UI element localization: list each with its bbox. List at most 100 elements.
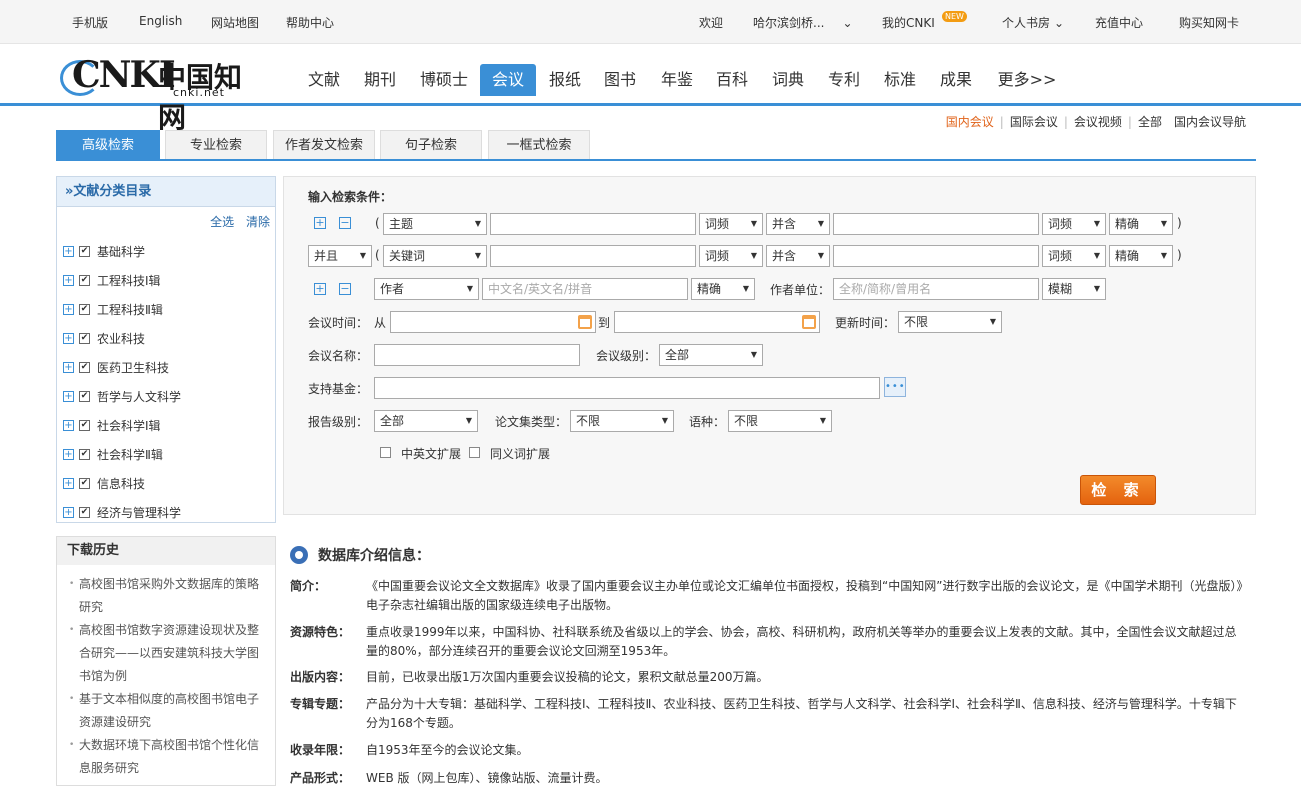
nav-item[interactable]: 会议 (480, 64, 536, 96)
nav-item[interactable]: 报纸 (539, 64, 591, 96)
update-time-select[interactable]: 不限 (898, 311, 1002, 333)
category-checkbox[interactable]: ✔ (79, 333, 90, 344)
subnav-item[interactable]: 国内会议 (946, 115, 994, 129)
date-from-input[interactable] (390, 311, 596, 333)
nav-item[interactable]: 更多>> (987, 64, 1067, 96)
recharge-link[interactable]: 充值中心 (1095, 14, 1143, 31)
cnki-logo[interactable]: CNKI 中国知网 cnki.net (58, 54, 263, 134)
expand-icon[interactable]: + (63, 478, 74, 489)
match-select-1[interactable]: 精确 (1109, 213, 1173, 235)
author-input[interactable]: 中文名/英文名/拼音 (482, 278, 688, 300)
category-item[interactable]: + ✔ 工程科技Ⅱ辑 (63, 295, 181, 324)
expand-icon[interactable]: + (63, 362, 74, 373)
category-checkbox[interactable]: ✔ (79, 391, 90, 402)
search-tab[interactable]: 一框式检索 (488, 130, 590, 159)
op-select-2[interactable]: 并且 (308, 245, 372, 267)
freq-select-1b[interactable]: 词频 (1042, 213, 1106, 235)
category-checkbox[interactable]: ✔ (79, 478, 90, 489)
author-match-select[interactable]: 精确 (691, 278, 755, 300)
expand-icon[interactable]: + (63, 275, 74, 286)
search-tab[interactable]: 高级检索 (56, 130, 160, 159)
subnav-item[interactable]: 全部 (1138, 115, 1162, 129)
nav-item[interactable]: 图书 (595, 64, 645, 96)
nav-item[interactable]: 专利 (819, 64, 869, 96)
expand-icon[interactable]: + (63, 246, 74, 257)
match-select-2[interactable]: 精确 (1109, 245, 1173, 267)
cn-en-ext-checkbox[interactable] (380, 447, 391, 458)
field-select-2[interactable]: 关键词 (383, 245, 487, 267)
category-item[interactable]: + ✔ 基础科学 (63, 237, 181, 266)
expand-icon[interactable]: + (63, 449, 74, 460)
date-to-input[interactable] (614, 311, 820, 333)
history-item[interactable]: 高校图书馆采购外文数据库的策略研究 (69, 573, 265, 619)
nav-item[interactable]: 百科 (707, 64, 757, 96)
category-checkbox[interactable]: ✔ (79, 449, 90, 460)
select-all-link[interactable]: 全选 (210, 215, 234, 229)
category-checkbox[interactable]: ✔ (79, 362, 90, 373)
freq-select-2a[interactable]: 词频 (699, 245, 763, 267)
search-tab[interactable]: 专业检索 (165, 130, 267, 159)
keyword-input-1[interactable] (490, 213, 696, 235)
nav-item[interactable]: 年鉴 (651, 64, 703, 96)
field-select-1[interactable]: 主题 (383, 213, 487, 235)
history-item[interactable]: 大数据环境下高校图书馆个性化信息服务研究 (69, 734, 265, 780)
language-select[interactable]: 不限 (728, 410, 832, 432)
nav-item[interactable]: 成果 (931, 64, 981, 96)
remove-row-icon[interactable]: − (339, 217, 351, 229)
nav-item[interactable]: 期刊 (355, 64, 405, 96)
calendar-icon[interactable] (802, 315, 816, 329)
category-item[interactable]: + ✔ 社会科学Ⅰ辑 (63, 411, 181, 440)
keyword-input-2[interactable] (490, 245, 696, 267)
add-author-icon[interactable]: + (314, 283, 326, 295)
logic-select-2[interactable]: 并含 (766, 245, 830, 267)
unit-match-select[interactable]: 模糊 (1042, 278, 1106, 300)
category-item[interactable]: + ✔ 信息科技 (63, 469, 181, 498)
category-item[interactable]: + ✔ 农业科技 (63, 324, 181, 353)
search-tab[interactable]: 句子检索 (380, 130, 482, 159)
category-item[interactable]: + ✔ 经济与管理科学 (63, 498, 181, 527)
category-item[interactable]: + ✔ 工程科技Ⅰ辑 (63, 266, 181, 295)
author-field-select[interactable]: 作者 (374, 278, 479, 300)
my-cnki-link[interactable]: 我的CNKI (882, 14, 935, 31)
expand-icon[interactable]: + (63, 391, 74, 402)
clear-link[interactable]: 清除 (246, 215, 270, 229)
category-checkbox[interactable]: ✔ (79, 420, 90, 431)
level-select[interactable]: 全部 (659, 344, 763, 366)
keyword-input-1b[interactable] (833, 213, 1039, 235)
logic-select-1[interactable]: 并含 (766, 213, 830, 235)
expand-icon[interactable]: + (63, 507, 74, 518)
fund-input[interactable] (374, 377, 880, 399)
category-item[interactable]: + ✔ 哲学与人文科学 (63, 382, 181, 411)
more-dots-button[interactable]: ••• (884, 377, 906, 397)
subnav-item[interactable]: 会议视频 (1074, 115, 1122, 129)
subnav-item[interactable]: 国内会议导航 (1174, 115, 1246, 129)
category-checkbox[interactable]: ✔ (79, 246, 90, 257)
category-checkbox[interactable]: ✔ (79, 275, 90, 286)
search-tab[interactable]: 作者发文检索 (273, 130, 375, 159)
mobile-link[interactable]: 手机版 (72, 14, 108, 31)
english-link[interactable]: English (139, 14, 182, 28)
search-button[interactable]: 检 索 (1080, 475, 1156, 505)
history-item[interactable]: 高校图书馆数字资源建设现状及整合研究——以西安建筑科技大学图书馆为例 (69, 619, 265, 688)
category-item[interactable]: + ✔ 社会科学Ⅱ辑 (63, 440, 181, 469)
org-dropdown[interactable]: 哈尔滨剑桥... ⌄ (753, 14, 853, 31)
freq-select-2b[interactable]: 词频 (1042, 245, 1106, 267)
collection-type-select[interactable]: 不限 (570, 410, 674, 432)
nav-item[interactable]: 文献 (298, 64, 350, 96)
expand-icon[interactable]: + (63, 304, 74, 315)
author-unit-input[interactable]: 全称/简称/曾用名 (833, 278, 1039, 300)
category-item[interactable]: + ✔ 医药卫生科技 (63, 353, 181, 382)
bookshelf-dropdown[interactable]: 个人书房 ⌄ (1002, 14, 1064, 31)
expand-icon[interactable]: + (63, 333, 74, 344)
nav-item[interactable]: 标准 (875, 64, 925, 96)
nav-item[interactable]: 词典 (763, 64, 813, 96)
freq-select-1a[interactable]: 词频 (699, 213, 763, 235)
report-level-select[interactable]: 全部 (374, 410, 478, 432)
buy-card-link[interactable]: 购买知网卡 (1179, 14, 1239, 31)
add-row-icon[interactable]: + (314, 217, 326, 229)
keyword-input-2b[interactable] (833, 245, 1039, 267)
synonym-ext-checkbox[interactable] (469, 447, 480, 458)
remove-author-icon[interactable]: − (339, 283, 351, 295)
category-checkbox[interactable]: ✔ (79, 507, 90, 518)
nav-item[interactable]: 博硕士 (411, 64, 477, 96)
